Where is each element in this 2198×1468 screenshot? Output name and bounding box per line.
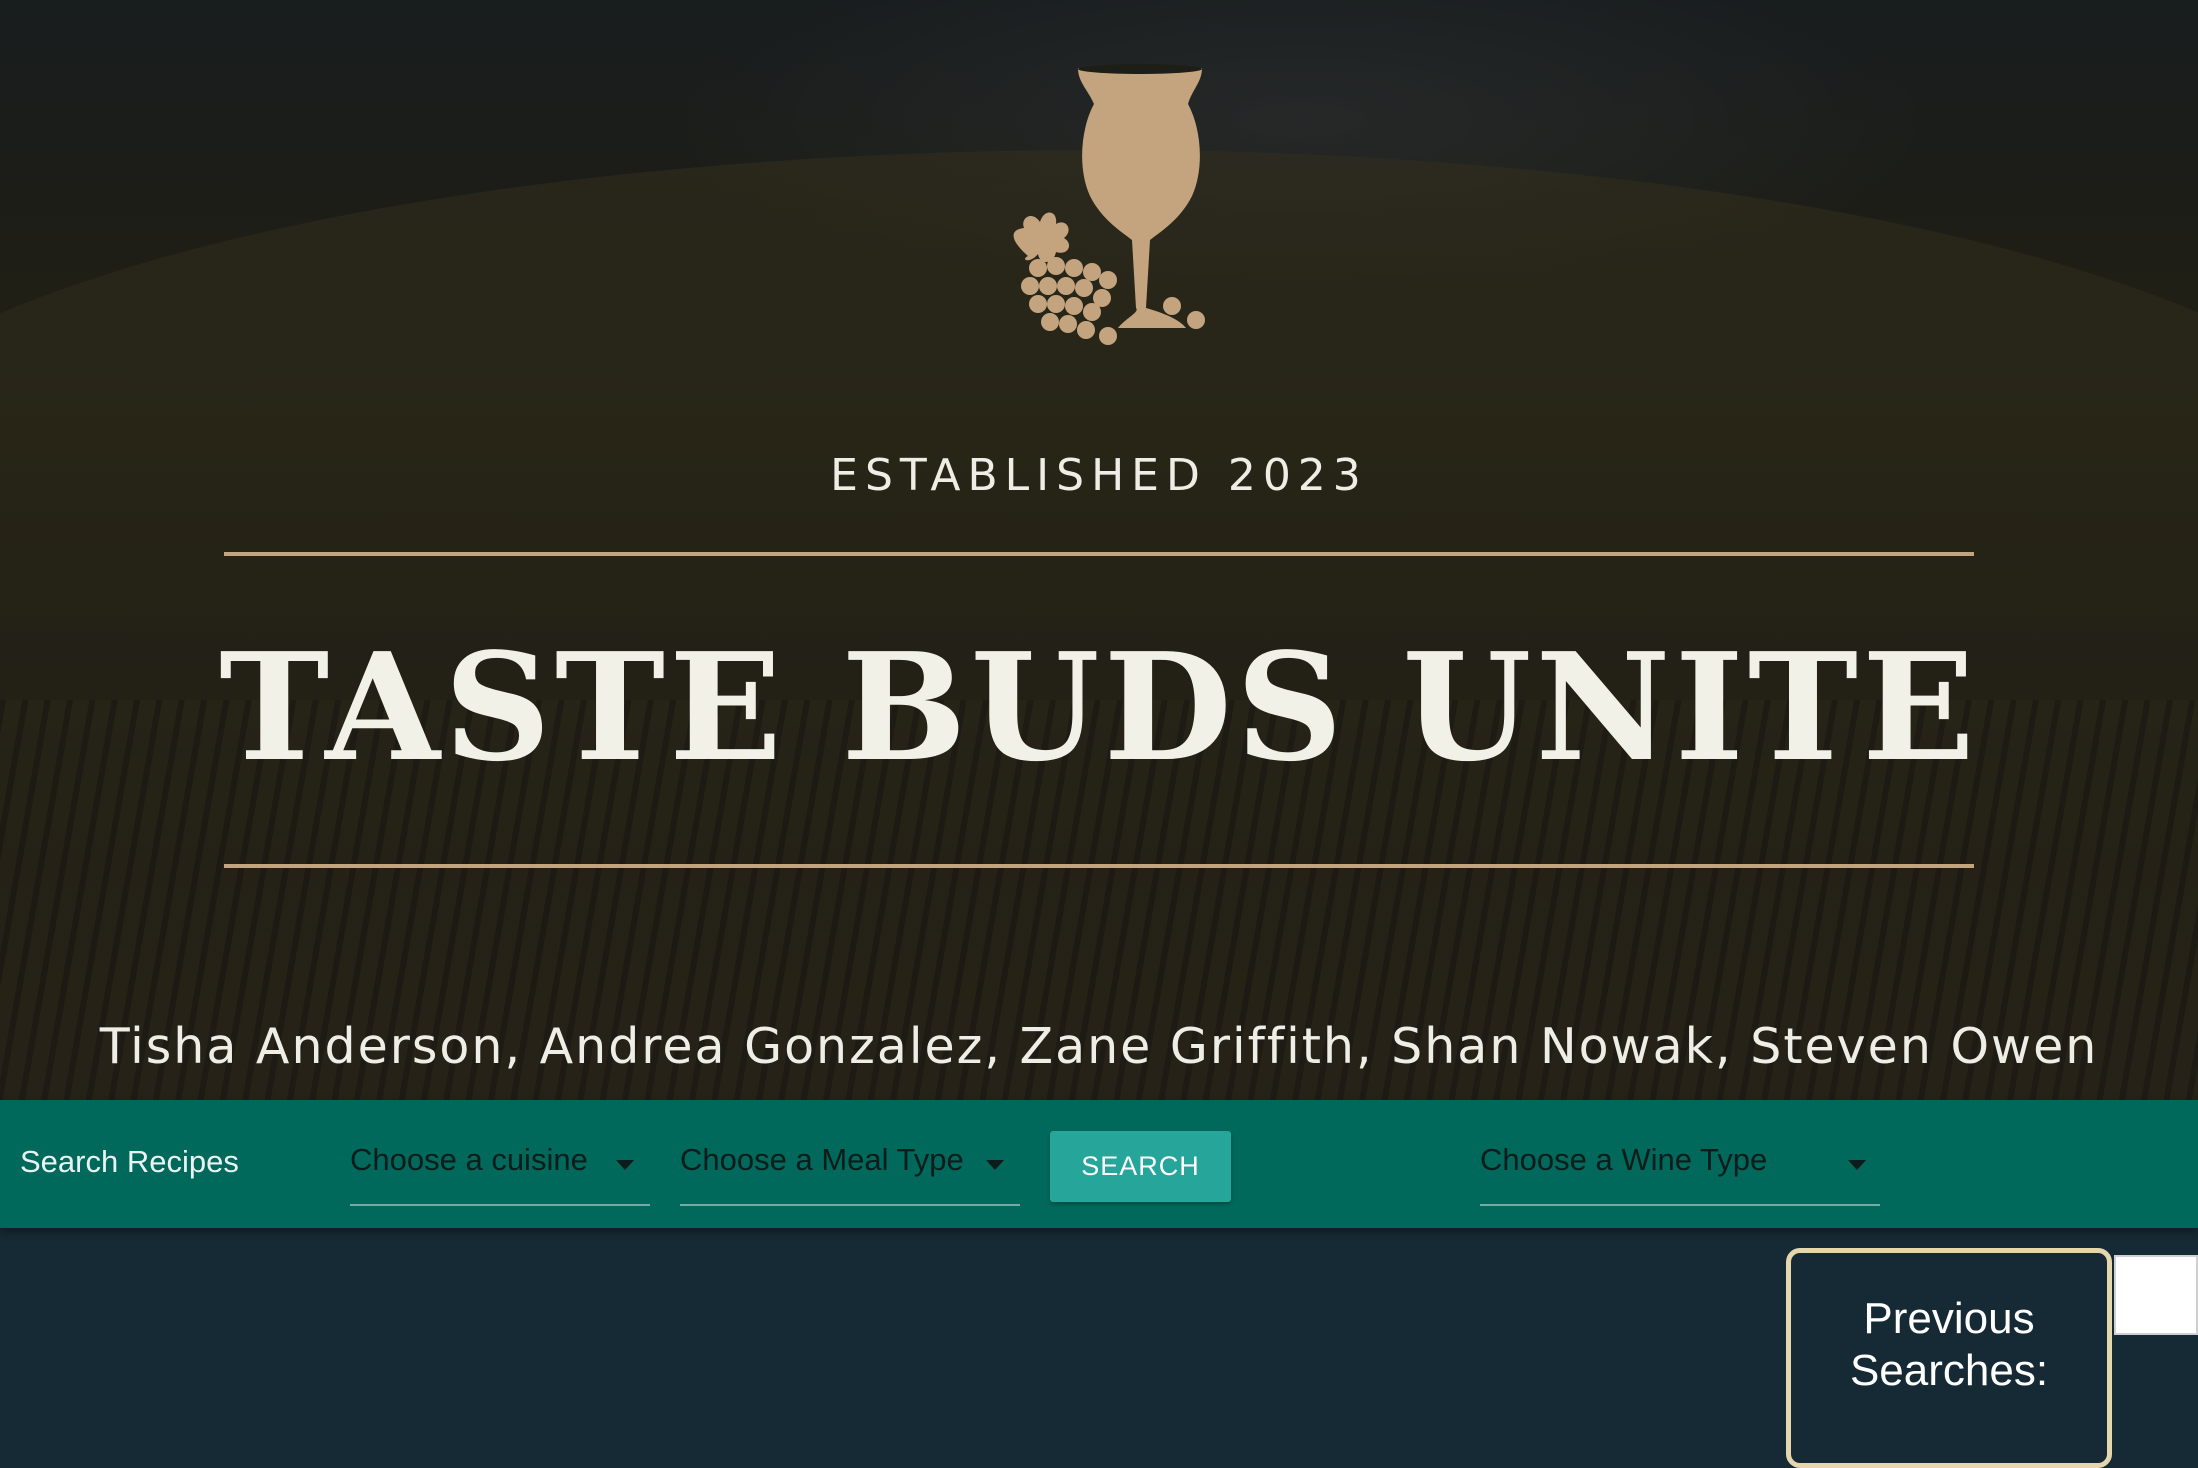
wine-glass-grapes-icon: [1013, 64, 1205, 345]
search-navbar: Search Recipes Choose a cuisine Choose a…: [0, 1100, 2198, 1228]
hero-banner: ESTABLISHED 2023 TASTE BUDS UNITE Tisha …: [0, 0, 2198, 1100]
wine-type-select-value: Choose a Wine Type: [1480, 1142, 1768, 1177]
divider-top: [224, 552, 1974, 556]
divider-bottom: [224, 864, 1974, 868]
previous-searches-title: Previous Searches:: [1849, 1294, 2049, 1395]
caret-down-icon: [616, 1160, 634, 1170]
cuisine-select-value: Choose a cuisine: [350, 1142, 588, 1177]
cuisine-select[interactable]: Choose a cuisine: [350, 1122, 650, 1206]
caret-down-icon: [1848, 1160, 1866, 1170]
caret-down-icon: [986, 1160, 1004, 1170]
blank-widget[interactable]: [2114, 1255, 2198, 1335]
search-button[interactable]: SEARCH: [1050, 1131, 1231, 1202]
previous-searches-panel: Previous Searches:: [1786, 1248, 2112, 1468]
established-text: ESTABLISHED 2023: [830, 450, 1368, 501]
meal-type-select[interactable]: Choose a Meal Type: [680, 1122, 1020, 1206]
site-title: TASTE BUDS UNITE: [219, 620, 1979, 794]
meal-type-select-value: Choose a Meal Type: [680, 1142, 964, 1177]
authors-line: Tisha Anderson, Andrea Gonzalez, Zane Gr…: [99, 1018, 2099, 1075]
search-recipes-label: Search Recipes: [20, 1144, 239, 1179]
wine-type-select[interactable]: Choose a Wine Type: [1480, 1122, 1880, 1206]
